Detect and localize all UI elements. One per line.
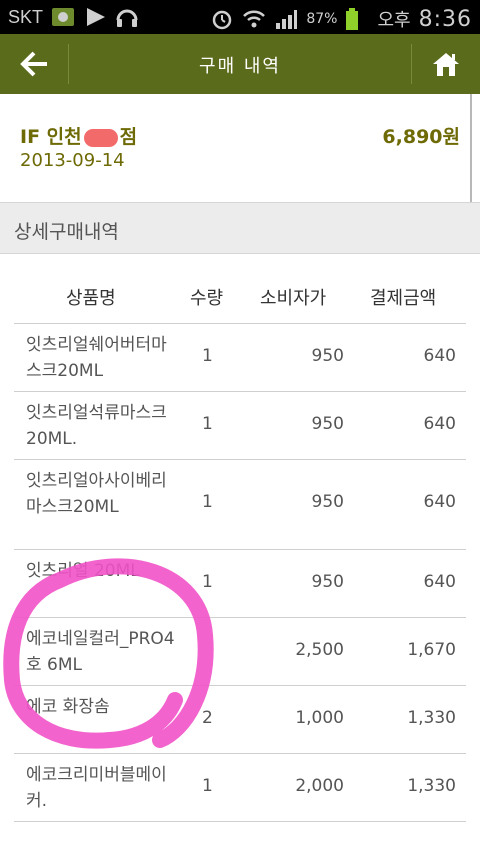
wifi-icon (242, 8, 266, 30)
retail-price: 950 (311, 572, 344, 592)
table-header: 상품명 수량 소비자가 결제금액 (14, 254, 466, 324)
purchase-detail-table: 상품명 수량 소비자가 결제금액 잇츠리얼쉐어버터마스크20ML 1 950 6… (14, 254, 466, 822)
product-name: 에코크리미버블메이커. (26, 765, 167, 811)
product-name: 에코네일컬러_PRO4호 6ML (26, 629, 175, 675)
product-name: 잇츠리얼석류마스크20ML. (26, 403, 167, 449)
retail-price: 1,000 (295, 708, 344, 728)
store-name-suffix: 점 (119, 126, 138, 148)
quantity: 1 (202, 346, 213, 366)
signal-icon (274, 8, 298, 30)
carrier-label: SKT (8, 6, 44, 27)
paid-amount: 640 (423, 492, 456, 512)
ampm-label: 오후 (377, 10, 411, 31)
header-quantity: 수량 (190, 288, 224, 309)
table-row[interactable]: 잇츠리얼아사이베리마스크20ML 1 950 640 (14, 460, 466, 550)
table-row[interactable]: 잇츠리얼 20ML 1 950 640 (14, 550, 466, 618)
home-icon (433, 53, 459, 76)
quantity: 2 (202, 708, 213, 728)
paid-amount: 1,330 (407, 708, 456, 728)
product-name: 잇츠리얼쉐어버터마스크20ML (26, 335, 167, 381)
retail-price: 2,000 (295, 776, 344, 796)
table-row[interactable]: 잇츠리얼석류마스크20ML. 1 950 640 (14, 392, 466, 460)
quantity: 1 (202, 572, 213, 592)
store-name-prefix: IF 인천 (20, 126, 82, 148)
purchase-summary: IF 인천 점 2013-09-14 6,890원 (0, 94, 480, 202)
purchase-date: 2013-09-14 (20, 150, 125, 171)
product-name: 에코 화장솜 (26, 697, 110, 717)
alarm-icon (210, 8, 234, 30)
store-name: IF 인천 점 (20, 122, 137, 149)
app-notification-icon (51, 6, 75, 28)
paid-amount: 640 (423, 346, 456, 366)
home-button[interactable] (412, 34, 480, 94)
total-amount: 6,890원 (382, 126, 460, 148)
headphones-icon (115, 6, 139, 28)
paid-amount: 640 (423, 572, 456, 592)
battery-percent: 87% (306, 11, 338, 27)
play-icon (83, 6, 107, 28)
table-row[interactable]: 에코네일컬러_PRO4호 6ML 2,500 1,670 (14, 618, 466, 686)
section-title: 상세구매내역 (14, 221, 119, 243)
status-bar: SKT 87% 오후 8:36 (0, 0, 480, 34)
retail-price: 950 (311, 346, 344, 366)
table-row[interactable]: 에코크리미버블메이커. 1 2,000 1,330 (14, 754, 466, 822)
clock-time: 8:36 (418, 6, 472, 32)
paid-amount: 640 (423, 414, 456, 434)
quantity: 1 (202, 776, 213, 796)
header-retail-price: 소비자가 (260, 288, 327, 309)
redaction-mark (83, 128, 118, 147)
quantity: 1 (202, 414, 213, 434)
retail-price: 950 (311, 492, 344, 512)
retail-price: 950 (311, 414, 344, 434)
header-paid-amount: 결제금액 (370, 288, 437, 309)
section-header: 상세구매내역 (0, 202, 480, 254)
paid-amount: 1,670 (407, 640, 456, 660)
header-product-name: 상품명 (66, 288, 116, 309)
scrollbar[interactable] (470, 94, 472, 204)
product-name: 잇츠리얼아사이베리마스크20ML (26, 471, 167, 517)
product-name: 잇츠리얼 20ML (26, 561, 140, 581)
table-row[interactable]: 잇츠리얼쉐어버터마스크20ML 1 950 640 (14, 324, 466, 392)
battery-icon (345, 8, 369, 30)
app-header: 구매 내역 (0, 34, 480, 94)
paid-amount: 1,330 (407, 776, 456, 796)
page-title: 구매 내역 (199, 56, 281, 77)
quantity: 1 (202, 492, 213, 512)
retail-price: 2,500 (295, 640, 344, 660)
table-row[interactable]: 에코 화장솜 2 1,000 1,330 (14, 686, 466, 754)
